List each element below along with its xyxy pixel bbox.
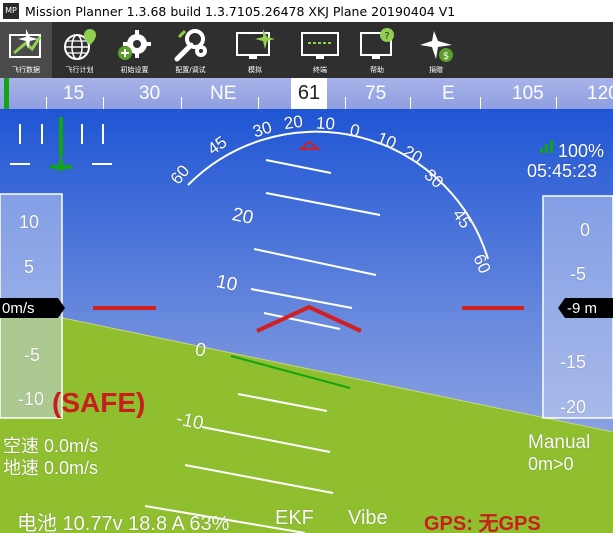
- heading-current-box: 61: [291, 78, 327, 109]
- vibe-status[interactable]: Vibe: [348, 507, 388, 530]
- config-tuning-button[interactable]: 配置/调试: [162, 22, 219, 78]
- help-icon: ?: [360, 28, 394, 59]
- tool-label-config: 配置/调试: [175, 66, 206, 74]
- terminal-button[interactable]: 终端: [291, 22, 349, 78]
- terminal-icon: [301, 32, 339, 59]
- roll-pointer: [298, 140, 321, 150]
- heading-label: NE: [210, 83, 237, 104]
- roll-label: 20: [282, 111, 305, 134]
- horizon-ground: [0, 305, 613, 533]
- aircraft-chevron: [256, 304, 362, 333]
- donate-button[interactable]: $ 捐赠: [405, 22, 467, 78]
- help-button[interactable]: ? 帮助: [349, 22, 405, 78]
- mission-planner-window: MP Mission Planner 1.3.68 build 1.3.7105…: [0, 0, 613, 533]
- battery-percent: 100%: [558, 141, 605, 161]
- flight-plan-button[interactable]: 飞行计划: [52, 22, 107, 78]
- tool-label-initial-setup: 初始设置: [120, 66, 149, 74]
- speed-tape-label: 10: [19, 212, 40, 232]
- heading-tape-marker: [4, 78, 9, 109]
- clock: 05:45:23: [527, 161, 598, 181]
- toolbar-filler: [467, 22, 613, 78]
- plane-data-icon: [9, 29, 42, 58]
- alt-tape-label: -20: [560, 397, 587, 417]
- alt-tape-label: -5: [570, 264, 587, 284]
- slip-ball: [59, 117, 63, 157]
- svg-text:?: ?: [384, 31, 389, 42]
- heading-label: 120: [587, 83, 613, 104]
- distance-readout: 0m>0: [528, 454, 574, 474]
- speed-tape-label: 5: [24, 257, 35, 277]
- simulation-button[interactable]: 模拟: [219, 22, 291, 78]
- app-logo: MP: [3, 3, 19, 19]
- tool-label-flight-plan: 飞行计划: [65, 66, 94, 74]
- alt-current-value: -9 m: [567, 300, 597, 317]
- speed-tape-label: -10: [18, 389, 45, 409]
- ekf-status[interactable]: EKF: [275, 507, 314, 530]
- speed-current-value: 0m/s: [2, 300, 35, 317]
- safety-status: (SAFE): [52, 387, 146, 418]
- heading-tape: 15 30 NE 61 75 E 105 120: [0, 78, 613, 109]
- flight-data-button[interactable]: 飞行数据: [0, 22, 52, 78]
- tool-label-flight-data: 飞行数据: [12, 66, 40, 74]
- tool-label-simulation: 模拟: [248, 66, 262, 74]
- initial-setup-button[interactable]: 初始设置: [107, 22, 162, 78]
- heading-label: E: [442, 83, 455, 104]
- gps-status: GPS: 无GPS: [424, 513, 541, 533]
- donate-icon: $: [420, 31, 453, 62]
- gear-setup-icon: [117, 30, 151, 60]
- heading-label: 30: [139, 83, 161, 104]
- pitch-label-20: 20: [230, 204, 256, 229]
- speed-tape-label: -5: [24, 345, 41, 365]
- alt-tape-label: -15: [560, 352, 587, 372]
- tool-label-terminal: 终端: [313, 66, 327, 74]
- tool-label-help: 帮助: [370, 66, 384, 74]
- tool-label-donate: 捐赠: [429, 66, 443, 74]
- svg-text:$: $: [443, 51, 449, 62]
- wrench-config-icon: [174, 29, 207, 62]
- heading-label: 105: [512, 83, 544, 104]
- roll-arc: [187, 130, 489, 260]
- groundspeed-readout: 地速 0.0m/s: [3, 458, 99, 478]
- window-title: Mission Planner 1.3.68 build 1.3.7105.26…: [25, 3, 456, 19]
- pitch-label-10: 10: [214, 271, 240, 296]
- hud-display[interactable]: 20 10 0 -10 60 45 30 20 10 0 10 20 30 45…: [0, 109, 613, 533]
- signal-icon: [540, 140, 553, 153]
- roll-label: 10: [315, 113, 336, 134]
- title-bar: MP Mission Planner 1.3.68 build 1.3.7105…: [0, 0, 613, 22]
- flight-mode: Manual: [528, 432, 591, 453]
- monitor-sim-icon: [236, 29, 275, 59]
- heading-label: 15: [63, 83, 85, 104]
- alt-tape-label: 0: [580, 220, 591, 240]
- heading-label: 75: [365, 83, 387, 104]
- main-toolbar: 飞行数据 飞行计划 初始设置 配置/调试 模拟 终端 ? 帮助 $ 捐赠: [0, 22, 613, 78]
- globe-plan-icon: [63, 29, 96, 60]
- battery-readout: 电池 10.77v 18.8 A 63%: [17, 513, 230, 533]
